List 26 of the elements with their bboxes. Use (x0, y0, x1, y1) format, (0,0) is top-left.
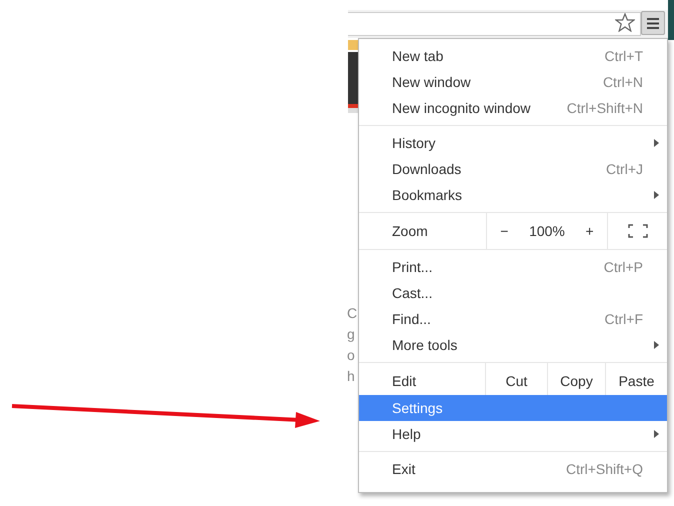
menu-button[interactable] (641, 11, 665, 35)
menu-icon (647, 18, 659, 28)
zoom-out-button[interactable]: − (494, 223, 514, 239)
menu-item[interactable]: New tab Ctrl+T (359, 43, 667, 69)
page-text: C (347, 305, 358, 321)
menu-item[interactable]: Cast... (359, 280, 667, 306)
zoom-level: 100% (529, 223, 565, 239)
menu-item[interactable]: Exit Ctrl+Shift+Q (359, 456, 667, 482)
menu-item[interactable]: Find... Ctrl+F (359, 306, 667, 332)
fullscreen-icon (628, 224, 648, 238)
zoom-in-button[interactable]: + (579, 223, 600, 239)
menu-item[interactable]: Bookmarks (359, 182, 667, 208)
menu-item[interactable]: New incognito window Ctrl+Shift+N (359, 95, 667, 121)
menu-item[interactable]: Settings (359, 395, 667, 421)
menu-label: Edit (391, 372, 418, 391)
page-text: g (347, 326, 356, 342)
menu-item[interactable]: Print... Ctrl+P (359, 254, 667, 280)
page-text: h (347, 368, 356, 384)
menu-item[interactable]: History (359, 130, 667, 156)
menu-label: Zoom (391, 222, 429, 241)
menu-item[interactable]: New window Ctrl+N (359, 69, 667, 95)
star-icon[interactable] (615, 13, 635, 32)
menu-item[interactable]: More tools (359, 332, 667, 358)
menu-item[interactable]: Downloads Ctrl+J (359, 156, 667, 182)
page-text: o (347, 347, 356, 363)
menu-item[interactable]: Help (359, 421, 667, 447)
